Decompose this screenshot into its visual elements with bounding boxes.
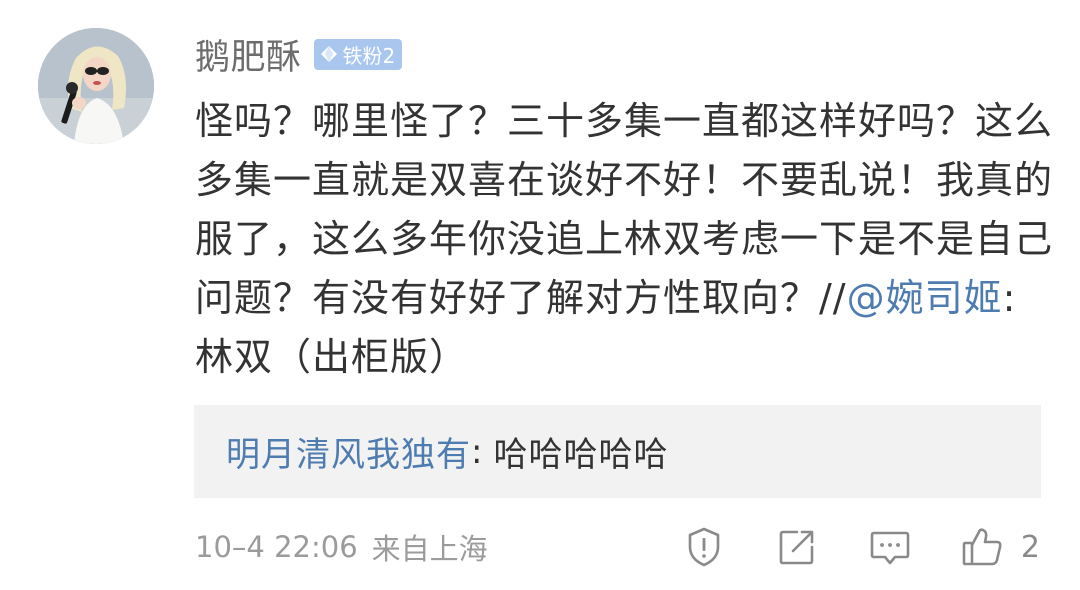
comment-item: 鹅肥酥 铁粉2 怪吗？哪里怪了？三十多集一直都这样好吗？这么多集一直就是双喜在谈… [0,0,1080,590]
diamond-icon [320,46,337,62]
reply-user[interactable]: 明月清风我独有 [226,427,471,476]
avatar[interactable] [38,28,154,144]
fan-badge-label: 铁粉2 [342,43,396,68]
report-icon [688,527,720,567]
like-icon [962,528,1002,566]
reply-preview[interactable]: 明月清风我独有: 哈哈哈哈哈 [194,405,1041,498]
author-name[interactable]: 鹅肥酥 [195,29,302,80]
fan-badge[interactable]: 铁粉2 [313,38,403,70]
avatar-image [38,28,154,144]
comment-header: 鹅肥酥 铁粉2 [195,29,403,80]
report-button[interactable] [682,525,726,569]
mention-link[interactable]: @婉司姬 [847,276,1003,320]
like-count: 2 [1020,529,1040,565]
comment-meta: 10–4 22:06 来自上海 [195,522,488,572]
reply-text: 哈哈哈哈哈 [493,435,669,475]
reply-separator: : [471,431,484,472]
comment-text: 怪吗？哪里怪了？三十多集一直都这样好吗？这么多集一直就是双喜在谈好不好！不要乱说… [195,92,1055,387]
repost-button[interactable] [775,525,819,569]
repost-icon [779,530,814,565]
comment-source: 来自上海 [371,532,488,566]
comment-time: 10–4 22:06 [195,530,358,564]
comment-button[interactable] [868,525,912,569]
comment-icon [870,531,910,565]
action-bar: 2 [682,522,1040,572]
like-button[interactable] [961,525,1005,569]
